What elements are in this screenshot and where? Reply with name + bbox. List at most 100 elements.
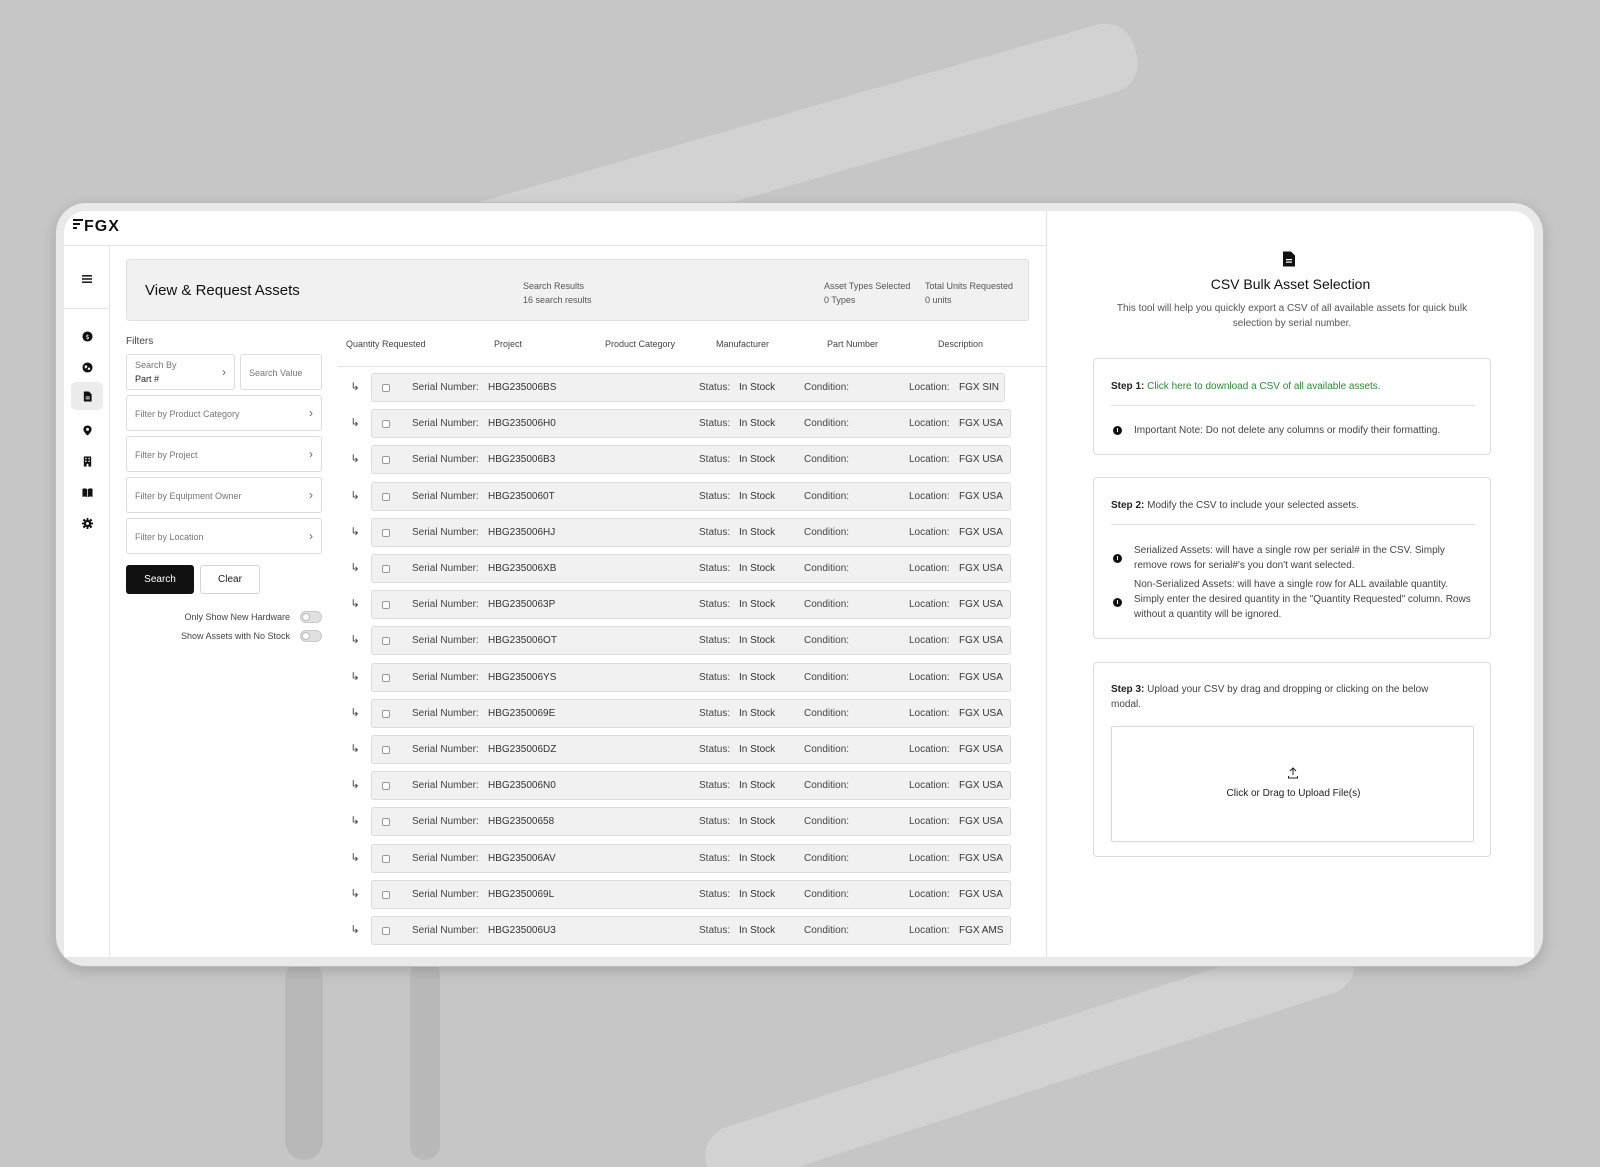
step1-label: Step 1: <box>1111 381 1145 392</box>
row-checkbox[interactable] <box>382 855 390 863</box>
asset-row[interactable]: Serial Number: HBG235006AV Status: In Stock… <box>371 844 1011 873</box>
filter-equipment-owner[interactable]: Filter by Equipment Owner › <box>126 477 322 513</box>
row-checkbox[interactable] <box>382 601 390 609</box>
location-label: Location: <box>909 853 950 864</box>
background-stroke <box>285 960 323 1160</box>
row-checkbox[interactable] <box>382 456 390 464</box>
no-stock-toggle[interactable] <box>300 630 322 642</box>
row-checkbox[interactable] <box>382 710 390 718</box>
sub-row-arrow-icon: ↳ <box>350 490 360 502</box>
row-checkbox[interactable] <box>382 746 390 754</box>
new-hardware-toggle-row: Only Show New Hardware <box>126 611 322 625</box>
filter-product-category[interactable]: Filter by Product Category › <box>126 395 322 431</box>
row-checkbox[interactable] <box>382 493 390 501</box>
new-hardware-toggle[interactable] <box>300 611 322 623</box>
step1-divider <box>1111 405 1475 406</box>
search-by-select[interactable]: Search By Part # › <box>126 354 235 390</box>
gear-icon[interactable] <box>77 513 97 533</box>
asset-row[interactable]: Serial Number: HBG235006HJ Status: In Stock… <box>371 518 1011 547</box>
filter-equipment-owner-label: Filter by Equipment Owner <box>135 491 242 501</box>
serial-label: Serial Number: <box>412 672 479 683</box>
col-manufacturer[interactable]: Manufacturer <box>716 339 769 349</box>
status-value: In Stock <box>739 672 776 683</box>
row-checkbox[interactable] <box>382 565 390 573</box>
asset-row[interactable]: Serial Number: HBG235006YS Status: In Stock… <box>371 663 1011 692</box>
asset-row[interactable]: Serial Number: HBG235006B3 Status: In Stock… <box>371 445 1011 474</box>
serial-label: Serial Number: <box>412 418 479 429</box>
step2-card: Step 2: Modify the CSV to include your s… <box>1093 477 1491 639</box>
location-value: FGX USA <box>959 889 1003 900</box>
row-checkbox[interactable] <box>382 384 390 392</box>
row-checkbox[interactable] <box>382 891 390 899</box>
col-part-number[interactable]: Part Number <box>827 339 878 349</box>
search-button[interactable]: Search <box>126 565 194 594</box>
serial-value: HBG2350069E <box>488 708 556 719</box>
search-by-value: Part # <box>135 374 160 384</box>
search-results-label: Search Results <box>523 281 585 291</box>
asset-row[interactable]: Serial Number: HBG235006H0 Status: In Stock… <box>371 409 1011 438</box>
fgx-logo[interactable]: FGX <box>73 217 120 236</box>
filter-project[interactable]: Filter by Project › <box>126 436 322 472</box>
location-value: FGX USA <box>959 527 1003 538</box>
chevron-right-icon: › <box>309 406 313 420</box>
book-icon[interactable] <box>77 482 97 502</box>
clear-button[interactable]: Clear <box>200 565 260 594</box>
logo-mark-icon <box>73 217 83 231</box>
status-label: Status: <box>699 382 731 393</box>
asset-row[interactable]: Serial Number: HBG2350069L Status: In Stock… <box>371 880 1011 909</box>
asset-row[interactable]: Serial Number: HBG235006DZ Status: In Stock… <box>371 735 1011 764</box>
sub-row-arrow-icon: ↳ <box>350 453 360 465</box>
asset-row[interactable]: Serial Number: HBG23500658 Status: In Stock… <box>371 807 1011 836</box>
dollar-icon[interactable]: $ <box>77 326 97 346</box>
location-label: Location: <box>909 780 950 791</box>
location-label: Location: <box>909 563 950 574</box>
globe-icon[interactable] <box>77 357 97 377</box>
col-product-category[interactable]: Product Category <box>605 339 675 349</box>
serial-value: HBG235006B3 <box>488 454 556 465</box>
serial-value: HBG235006HJ <box>488 527 556 538</box>
row-checkbox[interactable] <box>382 782 390 790</box>
status-label: Status: <box>699 563 731 574</box>
asset-row[interactable]: Serial Number: HBG235006BS Status: In Stock… <box>371 373 1005 402</box>
status-label: Status: <box>699 599 731 610</box>
filter-project-label: Filter by Project <box>135 450 198 460</box>
asset-row[interactable]: Serial Number: HBG235006U3 Status: In Stock… <box>371 916 1011 945</box>
condition-label: Condition: <box>804 780 850 791</box>
serial-value: HBG235006N0 <box>488 780 556 791</box>
step2-serialized-note: Serialized Assets: will have a single ro… <box>1134 545 1445 571</box>
asset-row[interactable]: Serial Number: HBG235006XB Status: In Stock… <box>371 554 1011 583</box>
location-pin-icon[interactable] <box>77 420 97 440</box>
download-csv-link[interactable]: Click here to download a CSV of all avai… <box>1147 381 1380 392</box>
row-checkbox[interactable] <box>382 529 390 537</box>
sub-row-arrow-icon: ↳ <box>350 634 360 646</box>
row-checkbox[interactable] <box>382 637 390 645</box>
row-checkbox[interactable] <box>382 420 390 428</box>
row-checkbox[interactable] <box>382 674 390 682</box>
serial-value: HBG2350060T <box>488 491 555 502</box>
asset-row[interactable]: Serial Number: HBG235006OT Status: In Stock… <box>371 626 1011 655</box>
search-value-input[interactable]: Search Value <box>240 354 322 390</box>
asset-row[interactable]: Serial Number: HBG2350063P Status: In Stock… <box>371 590 1011 619</box>
document-icon[interactable] <box>71 382 103 410</box>
asset-row[interactable]: Serial Number: HBG2350069E Status: In Stock… <box>371 699 1011 728</box>
step3-card: Step 3: Upload your CSV by drag and drop… <box>1093 662 1491 857</box>
col-quantity-requested[interactable]: Quantity Requested <box>346 339 426 349</box>
status-label: Status: <box>699 780 731 791</box>
col-description[interactable]: Description <box>938 339 983 349</box>
col-project[interactable]: Project <box>494 339 522 349</box>
sub-row-arrow-icon: ↳ <box>350 707 360 719</box>
sub-row-arrow-icon: ↳ <box>350 598 360 610</box>
step2-label: Step 2: <box>1111 500 1145 511</box>
asset-row[interactable]: Serial Number: HBG235006N0 Status: In Stock… <box>371 771 1011 800</box>
menu-icon[interactable] <box>77 272 97 292</box>
row-checkbox[interactable] <box>382 927 390 935</box>
page-header: View & Request Assets Search Results 16 … <box>126 259 1029 321</box>
condition-label: Condition: <box>804 635 850 646</box>
serial-label: Serial Number: <box>412 853 479 864</box>
asset-row[interactable]: Serial Number: HBG2350060T Status: In Stock… <box>371 482 1011 511</box>
filter-location[interactable]: Filter by Location › <box>126 518 322 554</box>
building-icon[interactable] <box>77 451 97 471</box>
row-checkbox[interactable] <box>382 818 390 826</box>
top-bar: FGX <box>64 211 1047 246</box>
csv-upload-dropzone[interactable]: Click or Drag to Upload File(s) <box>1111 726 1474 842</box>
